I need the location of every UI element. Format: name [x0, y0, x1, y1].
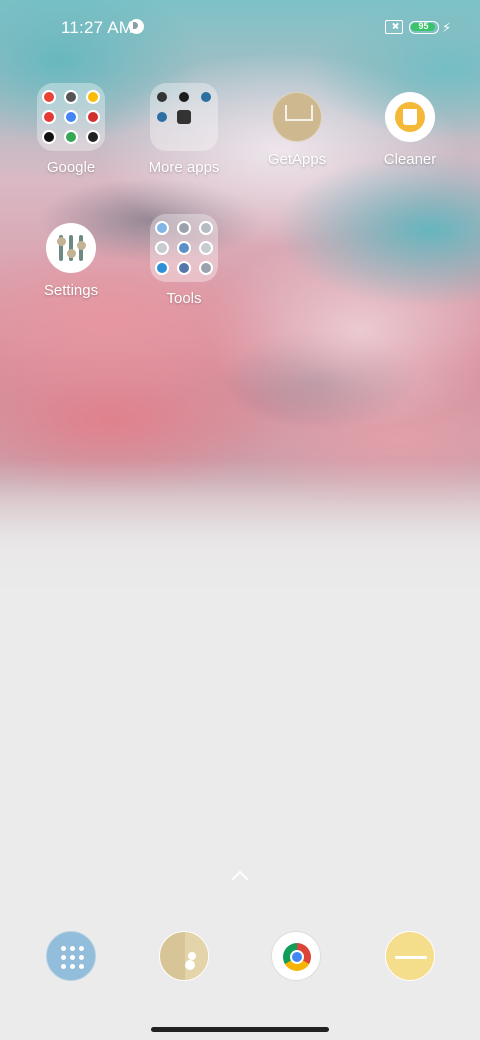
app-mini-icon — [88, 92, 98, 102]
app-mini-icon — [88, 132, 98, 142]
app-label: GetApps — [267, 151, 327, 168]
app-mini-icon — [157, 92, 167, 102]
more-apps-folder-icon — [150, 83, 218, 151]
app-label: Cleaner — [383, 151, 437, 168]
drawer-dot — [79, 955, 84, 960]
status-bar: 11:27 AM 95 ⚡ — [0, 0, 480, 56]
notification-icon — [129, 19, 144, 34]
chrome-logo — [283, 943, 311, 971]
app-label: Settings — [43, 282, 99, 299]
drawer-dot — [70, 964, 75, 969]
wallpaper-fade — [0, 460, 480, 610]
cleaner-icon — [385, 92, 435, 142]
app-mini-icon — [66, 112, 76, 122]
app-mini-icon — [157, 223, 167, 233]
app-mini-icon — [179, 223, 189, 233]
app-label: More apps — [148, 159, 220, 176]
status-time: 11:27 AM — [61, 18, 134, 37]
google-folder-icon — [37, 83, 105, 151]
app-tools-folder[interactable]: Tools — [128, 214, 240, 307]
app-cleaner[interactable]: Cleaner — [354, 83, 466, 168]
app-mini-icon — [179, 243, 189, 253]
chrome-icon[interactable] — [271, 931, 321, 981]
app-settings[interactable]: Settings — [15, 214, 127, 299]
app-drawer-icon[interactable] — [46, 931, 96, 981]
app-mini-icon — [201, 92, 211, 102]
drawer-dot — [61, 946, 66, 951]
app-mini-icon — [157, 112, 167, 122]
no-sim-icon — [385, 20, 403, 34]
drawer-dot — [61, 964, 66, 969]
app-mini-icon — [201, 263, 211, 273]
app-label: Google — [46, 159, 96, 176]
drawer-dot — [79, 964, 84, 969]
contacts-icon[interactable] — [159, 931, 209, 981]
drawer-dot — [79, 946, 84, 951]
settings-icon — [46, 223, 96, 273]
app-mini-icon — [66, 132, 76, 142]
app-mini-icon — [44, 132, 54, 142]
battery-level: 95 — [418, 21, 429, 31]
app-mini-icon — [44, 92, 54, 102]
drawer-dot — [70, 946, 75, 951]
swipe-up-chevron-icon[interactable] — [230, 868, 250, 884]
app-mini-icon — [66, 92, 76, 102]
app-google-folder[interactable]: Google — [15, 83, 127, 176]
home-gesture-bar[interactable] — [151, 1027, 329, 1032]
charging-icon: ⚡ — [442, 20, 452, 35]
app-label: Tools — [166, 290, 202, 307]
tools-folder-icon — [150, 214, 218, 282]
app-mini-icon — [157, 263, 167, 273]
app-mini-icon — [179, 263, 189, 273]
getapps-icon — [272, 92, 322, 142]
drawer-dot — [70, 955, 75, 960]
battery-icon: 95 — [409, 21, 439, 34]
app-mini-icon — [201, 243, 211, 253]
drawer-dot — [61, 955, 66, 960]
app-mini-icon — [179, 92, 189, 102]
app-more-apps-folder[interactable]: More apps — [128, 83, 240, 176]
app-getapps[interactable]: GetApps — [241, 83, 353, 168]
app-mini-icon — [201, 223, 211, 233]
gear-icon — [177, 110, 191, 124]
app-mini-icon — [44, 112, 54, 122]
notes-icon[interactable] — [385, 931, 435, 981]
app-mini-icon — [157, 243, 167, 253]
app-mini-icon — [88, 112, 98, 122]
